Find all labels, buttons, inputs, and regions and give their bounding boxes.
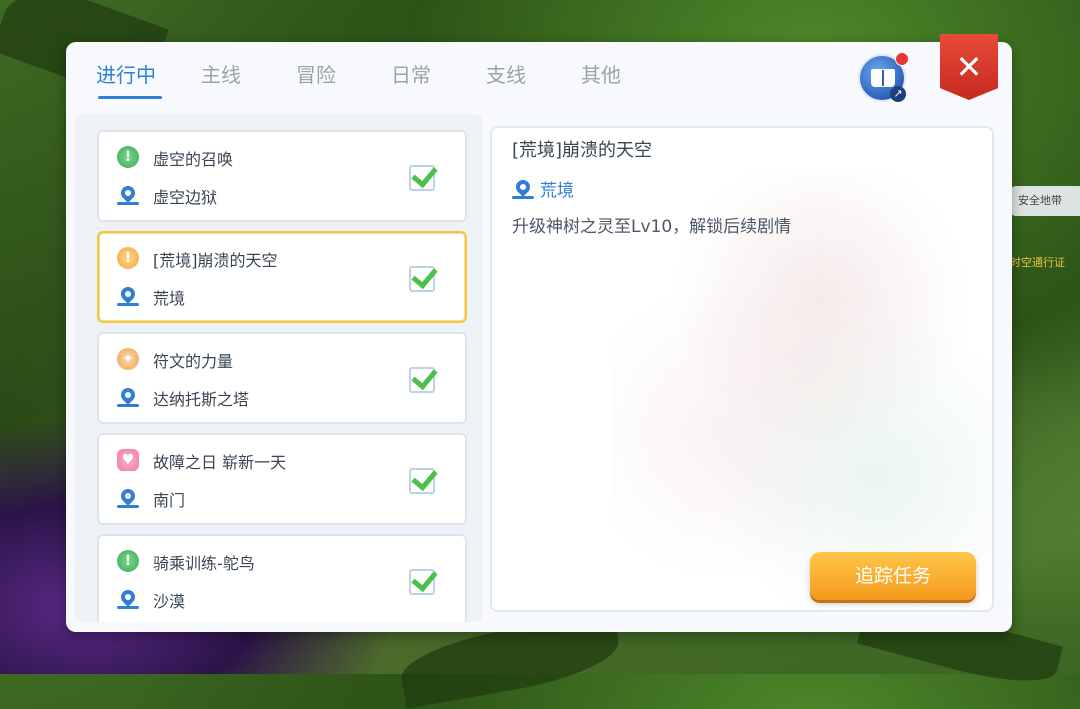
quest-item[interactable]: ! 虚空的召唤 虚空边狱 — [97, 130, 467, 222]
safe-zone-indicator: 安全地带 — [1010, 186, 1080, 216]
tab-in-progress[interactable]: 进行中 — [96, 60, 201, 100]
quest-list[interactable]: ! 虚空的召唤 虚空边狱 ! [荒境]崩溃的天空 荒境 ✦ 符文的力量 达纳托斯… — [74, 114, 482, 622]
quest-title: [荒境]崩溃的天空 — [153, 251, 278, 270]
track-quest-button[interactable]: 追踪任务 — [810, 552, 976, 600]
pass-label: 时空通行证 — [1010, 256, 1065, 269]
check-icon — [409, 468, 435, 494]
quest-item[interactable]: ! 骑乘训练-鸵鸟 沙漠 — [97, 534, 467, 622]
quest-location: 沙漠 — [153, 592, 186, 611]
quest-location: 达纳托斯之塔 — [153, 390, 250, 409]
quest-item-selected[interactable]: ! [荒境]崩溃的天空 荒境 — [97, 231, 467, 323]
quest-location: 荒境 — [153, 289, 186, 308]
tab-side[interactable]: 支线 — [486, 60, 581, 100]
quest-tabs: 进行中 主线 冒险 日常 支线 其他 — [96, 60, 676, 100]
detail-location[interactable]: 荒境 — [540, 176, 574, 201]
check-icon — [409, 367, 435, 393]
exclamation-icon: ! — [117, 550, 139, 572]
location-pin-icon — [118, 183, 138, 203]
check-icon — [409, 569, 435, 595]
detail-description: 升级神树之灵至Lv10，解锁后续剧情 — [512, 217, 792, 237]
check-icon — [409, 266, 435, 292]
tab-other[interactable]: 其他 — [581, 60, 676, 100]
quest-panel: 进行中 主线 冒险 日常 支线 其他 ↗ ✕ ! 虚空的召唤 虚空边狱 ! [荒… — [66, 34, 1012, 632]
check-icon — [409, 165, 435, 191]
location-pin-icon — [118, 385, 138, 405]
quest-location: 南门 — [153, 491, 186, 510]
link-arrow-icon: ↗ — [890, 86, 906, 102]
quest-item[interactable]: ♥ 故障之日 崭新一天 南门 — [97, 433, 467, 525]
gift-icon: ♥ — [117, 449, 139, 471]
location-pin-icon — [118, 284, 138, 304]
location-pin-icon — [513, 177, 533, 197]
quest-title: 故障之日 崭新一天 — [153, 453, 287, 472]
detail-title: [荒境]崩溃的天空 — [512, 140, 653, 161]
tab-adventure[interactable]: 冒险 — [296, 60, 391, 100]
book-icon — [871, 69, 895, 87]
tab-daily[interactable]: 日常 — [391, 60, 486, 100]
quest-title: 符文的力量 — [153, 352, 234, 371]
exclamation-icon: ! — [117, 247, 139, 269]
safe-zone-text: 安全地带 — [1018, 194, 1062, 207]
tab-main[interactable]: 主线 — [201, 60, 296, 100]
quest-title: 虚空的召唤 — [153, 150, 234, 169]
close-button[interactable]: ✕ — [940, 34, 998, 100]
quest-item[interactable]: ✦ 符文的力量 达纳托斯之塔 — [97, 332, 467, 424]
quest-detail: [荒境]崩溃的天空 荒境 升级神树之灵至Lv10，解锁后续剧情 追踪任务 — [490, 126, 994, 612]
exclamation-icon: ! — [117, 146, 139, 168]
rune-icon: ✦ — [117, 348, 139, 370]
quest-title: 骑乘训练-鸵鸟 — [153, 554, 255, 573]
quest-location: 虚空边狱 — [153, 188, 218, 207]
notification-dot — [895, 52, 909, 66]
location-pin-icon — [118, 587, 138, 607]
location-pin-icon — [118, 486, 138, 506]
